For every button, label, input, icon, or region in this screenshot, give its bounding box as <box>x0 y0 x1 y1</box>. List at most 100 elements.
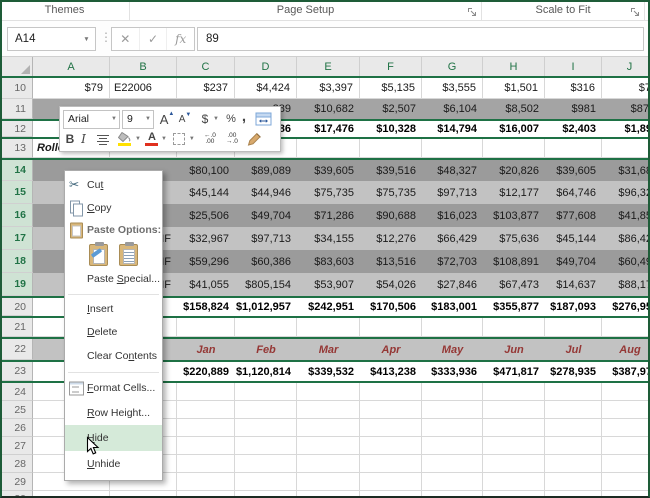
cell[interactable]: $413,238 <box>360 362 422 381</box>
cell[interactable]: $237 <box>177 78 235 99</box>
cell[interactable] <box>602 139 650 158</box>
row-header-14[interactable]: 14 <box>0 160 33 181</box>
cell[interactable]: $60,49 <box>602 250 650 273</box>
row-header-18[interactable]: 18 <box>0 250 33 273</box>
cell[interactable] <box>483 419 545 437</box>
row-header-21[interactable]: 21 <box>0 318 33 337</box>
cell[interactable]: $1,012,957 <box>235 298 297 316</box>
cell[interactable] <box>177 473 235 491</box>
cell[interactable]: $41,055 <box>177 273 235 296</box>
cell[interactable] <box>360 437 422 455</box>
cell[interactable] <box>235 383 297 401</box>
cell[interactable]: $89,089 <box>235 160 297 181</box>
cell[interactable]: $72,703 <box>422 250 483 273</box>
cell[interactable] <box>545 419 602 437</box>
cell[interactable] <box>545 139 602 158</box>
cell[interactable]: $83,603 <box>297 250 360 273</box>
cell[interactable]: $71,286 <box>297 204 360 227</box>
column-header-B[interactable]: B <box>110 57 177 76</box>
increase-decimal-button[interactable]: .00→.0 <box>221 129 243 149</box>
cell[interactable]: $805,154 <box>235 273 297 296</box>
cell[interactable]: $16,023 <box>422 204 483 227</box>
row-header-28[interactable]: 28 <box>0 455 33 473</box>
percent-style-button[interactable]: % <box>223 109 239 129</box>
menu-item-copy[interactable]: Copy <box>65 196 162 219</box>
cell[interactable] <box>545 491 602 498</box>
cell[interactable]: $3,555 <box>422 78 483 99</box>
cell[interactable] <box>177 401 235 419</box>
cell[interactable]: $183,001 <box>422 298 483 316</box>
cell[interactable]: $44,946 <box>235 181 297 204</box>
comma-style-button[interactable]: , <box>239 109 249 129</box>
cell[interactable] <box>297 473 360 491</box>
cell[interactable]: $220,889 <box>177 362 235 381</box>
cell[interactable] <box>177 455 235 473</box>
column-header-J[interactable]: J <box>602 57 650 76</box>
cell[interactable] <box>422 419 483 437</box>
cell[interactable]: $20,826 <box>483 160 545 181</box>
cell[interactable]: $316 <box>545 78 602 99</box>
cell[interactable] <box>297 401 360 419</box>
column-header-C[interactable]: C <box>177 57 235 76</box>
cell[interactable] <box>33 491 110 498</box>
cell[interactable]: $10,328 <box>360 121 422 137</box>
cell[interactable] <box>422 491 483 498</box>
fill-color-button[interactable] <box>115 129 134 149</box>
cell[interactable] <box>545 455 602 473</box>
cell[interactable] <box>177 437 235 455</box>
cell[interactable] <box>360 455 422 473</box>
borders-button[interactable] <box>170 129 188 149</box>
cell[interactable]: $8,502 <box>483 99 545 119</box>
row-header-27[interactable]: 27 <box>0 437 33 455</box>
chevron-down-icon[interactable]: ▼ <box>78 36 95 43</box>
column-header-E[interactable]: E <box>297 57 360 76</box>
cell[interactable] <box>297 491 360 498</box>
cell[interactable]: Jan <box>177 339 235 360</box>
insert-function-icon[interactable]: fx <box>166 28 194 50</box>
cell[interactable]: $49,704 <box>235 204 297 227</box>
cell[interactable] <box>177 318 235 337</box>
cell[interactable]: $1,89 <box>602 121 650 137</box>
bold-button[interactable]: B <box>63 129 77 149</box>
dialog-launcher-icon[interactable] <box>630 7 640 17</box>
row-header-10[interactable]: 10 <box>0 78 33 99</box>
cell[interactable]: $4,424 <box>235 78 297 99</box>
dialog-launcher-icon[interactable] <box>467 7 477 17</box>
cell[interactable]: $333,936 <box>422 362 483 381</box>
cell[interactable] <box>360 139 422 158</box>
cell[interactable] <box>422 139 483 158</box>
cell[interactable]: $97,713 <box>235 227 297 250</box>
cell[interactable]: $387,97 <box>602 362 650 381</box>
row-header-20[interactable]: 20 <box>0 298 33 316</box>
cell[interactable]: $17,476 <box>297 121 360 137</box>
cell[interactable]: $79 <box>33 78 110 99</box>
cell[interactable] <box>297 139 360 158</box>
select-all-corner[interactable] <box>0 57 33 76</box>
cell[interactable] <box>360 491 422 498</box>
cell[interactable]: Feb <box>235 339 297 360</box>
cell[interactable]: $7 <box>602 78 650 99</box>
cell[interactable]: $13,516 <box>360 250 422 273</box>
cell[interactable] <box>422 318 483 337</box>
cell[interactable] <box>360 401 422 419</box>
cell[interactable]: $39,516 <box>360 160 422 181</box>
cell[interactable]: $49,704 <box>545 250 602 273</box>
font-size-select[interactable]: 9 ▼ <box>122 110 154 129</box>
row-header-25[interactable]: 25 <box>0 401 33 419</box>
menu-item-delete[interactable]: Delete <box>65 320 162 344</box>
cell[interactable]: $31,68 <box>602 160 650 181</box>
row-header-24[interactable]: 24 <box>0 383 33 401</box>
cell[interactable] <box>235 491 297 498</box>
cell[interactable]: $103,877 <box>483 204 545 227</box>
cell[interactable] <box>545 473 602 491</box>
cell[interactable] <box>422 455 483 473</box>
row-header-15[interactable]: 15 <box>0 181 33 204</box>
menu-item-format-cells[interactable]: Format Cells... <box>65 375 162 400</box>
row-header-30[interactable]: 30 <box>0 491 33 498</box>
cell[interactable]: $355,877 <box>483 298 545 316</box>
row-header-23[interactable]: 23 <box>0 362 33 381</box>
cell[interactable]: $90,688 <box>360 204 422 227</box>
font-name-select[interactable]: Arial ▼ <box>63 110 120 129</box>
decrease-decimal-button[interactable]: ←.0.00 <box>199 129 221 149</box>
cell[interactable]: $1,120,814 <box>235 362 297 381</box>
